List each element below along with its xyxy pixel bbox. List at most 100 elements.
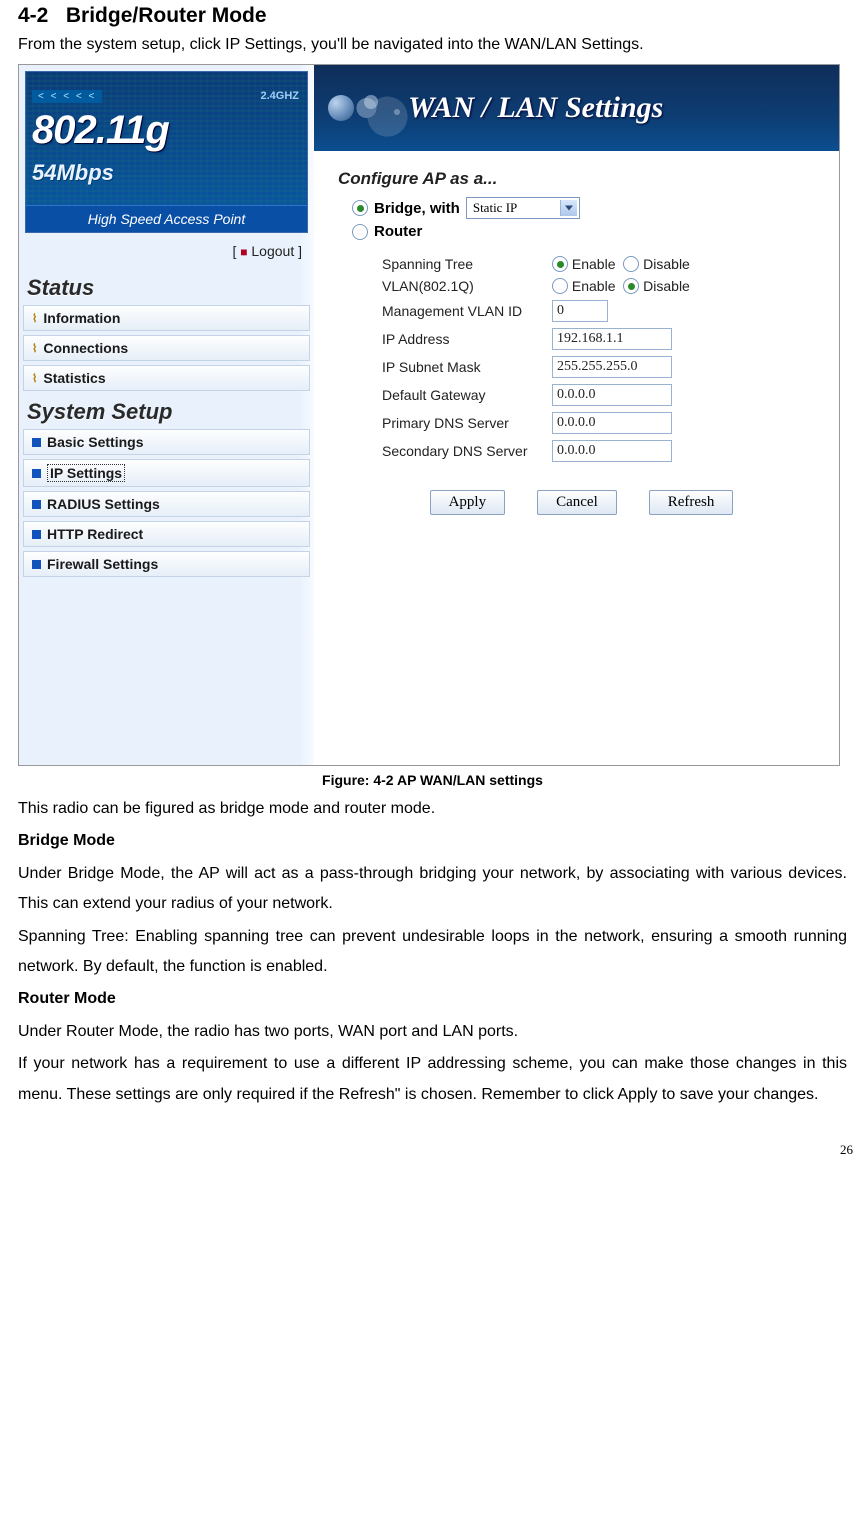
square-icon [32,438,41,447]
disable-text: Disable [643,278,690,294]
page-number: 26 [0,1112,865,1166]
logout-row: [ ■ Logout ] [19,239,314,269]
radio-spanning-enable[interactable] [552,256,568,272]
square-icon [32,500,41,509]
heading-bridge-mode: Bridge Mode [18,826,847,856]
para-bridge-1: Under Bridge Mode, the AP will act as a … [18,859,847,920]
radio-vlan-enable[interactable] [552,278,568,294]
square-icon [32,469,41,478]
page-title: WAN / LAN Settings [408,91,663,125]
bridge-label: Bridge, with [374,200,460,217]
section-number: 4-2 [18,4,48,27]
logo-speed: 54Mbps [32,160,114,186]
bridge-ip-type-select[interactable]: Static IP [466,197,580,219]
sidebar-item-label: Statistics [43,370,105,386]
sidebar-item-basic-settings[interactable]: Basic Settings [23,429,310,455]
row-vlan: VLAN(802.1Q) Enable Disable [382,278,825,294]
label-spanning-tree: Spanning Tree [382,256,552,272]
mode-row-bridge: Bridge, with Static IP [352,197,825,219]
label-mgmt-vlan: Management VLAN ID [382,303,552,319]
rss-icon: ⌇ [32,312,37,325]
input-ip-address[interactable]: 192.168.1.1 [552,328,672,350]
square-icon [32,560,41,569]
button-row: Apply Cancel Refresh [338,490,825,515]
body-text: This radio can be figured as bridge mode… [18,794,847,1110]
label-vlan: VLAN(802.1Q) [382,278,552,294]
heading-router-mode: Router Mode [18,984,847,1014]
screenshot-figure: < < < < < 2.4GHZ 802.11g 54Mbps High Spe… [18,64,840,766]
logout-bracket: [ [232,243,236,259]
input-gateway[interactable]: 0.0.0.0 [552,384,672,406]
square-icon [32,530,41,539]
disable-text: Disable [643,256,690,272]
sidebar-item-http-redirect[interactable]: HTTP Redirect [23,521,310,547]
select-value: Static IP [473,200,517,215]
input-secondary-dns[interactable]: 0.0.0.0 [552,440,672,462]
sidebar-item-label: RADIUS Settings [47,496,160,512]
radio-bridge[interactable] [352,200,368,216]
form-area: Spanning Tree Enable Disable VLAN(802.1Q… [382,256,825,462]
sidebar-item-information[interactable]: ⌇ Information [23,305,310,331]
para-bridge-2: Spanning Tree: Enabling spanning tree ca… [18,922,847,983]
sidebar-item-ip-settings[interactable]: IP Settings [23,459,310,487]
chevron-down-icon [565,206,573,211]
sidebar-section-system-setup: System Setup [19,393,314,427]
input-mgmt-vlan[interactable]: 0 [552,300,608,322]
enable-text: Enable [572,256,616,272]
row-ip-address: IP Address 192.168.1.1 [382,328,825,350]
sidebar-section-status: Status [19,269,314,303]
label-ip-address: IP Address [382,331,552,347]
router-label: Router [374,223,422,240]
sidebar-item-statistics[interactable]: ⌇ Statistics [23,365,310,391]
para-intro-radio: This radio can be figured as bridge mode… [18,794,847,824]
rss-icon: ⌇ [32,342,37,355]
section-heading: 4-2 Bridge/Router Mode [18,4,847,28]
row-primary-dns: Primary DNS Server 0.0.0.0 [382,412,825,434]
refresh-button[interactable]: Refresh [649,490,734,515]
row-mgmt-vlan: Management VLAN ID 0 [382,300,825,322]
sidebar-item-firewall-settings[interactable]: Firewall Settings [23,551,310,577]
product-logo: < < < < < 2.4GHZ 802.11g 54Mbps High Spe… [25,71,308,233]
logo-frequency: 2.4GHZ [260,90,299,102]
sidebar-item-label: IP Settings [47,464,125,482]
mode-row-router: Router [352,223,825,240]
label-secondary-dns: Secondary DNS Server [382,443,552,459]
para-router-2: If your network has a requirement to use… [18,1049,847,1110]
enable-text: Enable [572,278,616,294]
row-secondary-dns: Secondary DNS Server 0.0.0.0 [382,440,825,462]
figure-caption: Figure: 4-2 AP WAN/LAN settings [18,772,847,788]
stop-icon: ■ [240,245,247,259]
sidebar-item-label: Information [43,310,120,326]
section-title-text: Bridge/Router Mode [66,4,267,27]
sidebar-item-label: Connections [43,340,128,356]
configure-heading: Configure AP as a... [338,169,825,189]
sidebar-item-radius-settings[interactable]: RADIUS Settings [23,491,310,517]
label-subnet: IP Subnet Mask [382,359,552,375]
logout-link[interactable]: Logout ] [251,243,302,259]
input-subnet[interactable]: 255.255.255.0 [552,356,672,378]
logo-tagline: High Speed Access Point [26,205,307,232]
main-panel: WAN / LAN Settings Configure AP as a... … [314,65,839,765]
intro-text: From the system setup, click IP Settings… [18,36,847,54]
sidebar-item-label: Basic Settings [47,434,143,450]
radio-vlan-disable[interactable] [623,278,639,294]
sidebar: < < < < < 2.4GHZ 802.11g 54Mbps High Spe… [19,65,314,765]
row-spanning-tree: Spanning Tree Enable Disable [382,256,825,272]
logo-chevron-band: < < < < < [32,90,102,103]
apply-button[interactable]: Apply [430,490,506,515]
row-gateway: Default Gateway 0.0.0.0 [382,384,825,406]
settings-panel: Configure AP as a... Bridge, with Static… [314,151,839,525]
sidebar-item-label: Firewall Settings [47,556,158,572]
input-primary-dns[interactable]: 0.0.0.0 [552,412,672,434]
radio-spanning-disable[interactable] [623,256,639,272]
sidebar-item-connections[interactable]: ⌇ Connections [23,335,310,361]
page-banner: WAN / LAN Settings [314,65,839,151]
rss-icon: ⌇ [32,372,37,385]
label-gateway: Default Gateway [382,387,552,403]
logo-standard: 802.11g [32,108,169,153]
row-subnet: IP Subnet Mask 255.255.255.0 [382,356,825,378]
label-primary-dns: Primary DNS Server [382,415,552,431]
cancel-button[interactable]: Cancel [537,490,617,515]
sidebar-item-label: HTTP Redirect [47,526,143,542]
radio-router[interactable] [352,224,368,240]
